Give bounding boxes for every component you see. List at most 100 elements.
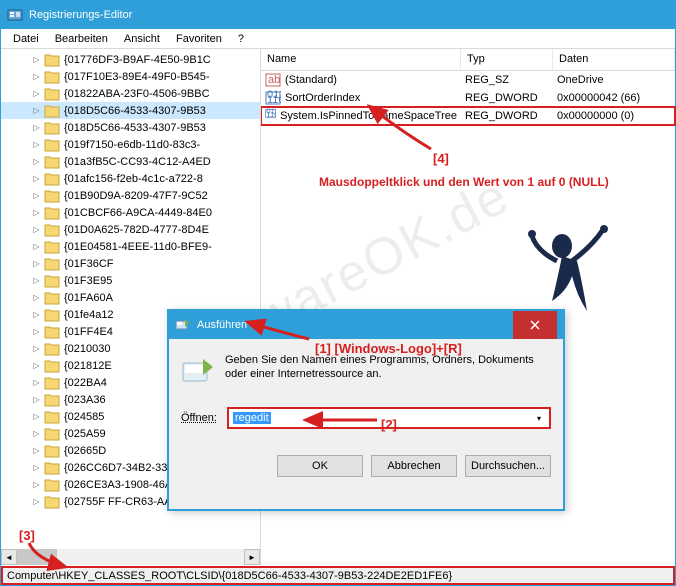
expand-icon[interactable]: ▷: [31, 258, 42, 269]
list-row[interactable]: 011110SortOrderIndexREG_DWORD0x00000042 …: [261, 89, 675, 107]
tree-item[interactable]: ▷{018D5C66-4533-4307-9B53: [1, 102, 260, 119]
expand-icon[interactable]: ▷: [31, 411, 42, 422]
folder-icon: [44, 240, 60, 254]
tree-item[interactable]: ▷ {01FA60A: [1, 289, 260, 306]
expand-icon[interactable]: ▷: [31, 377, 42, 388]
tree-item-label: {022BA4: [64, 377, 107, 389]
menu-edit[interactable]: Bearbeiten: [47, 31, 116, 47]
expand-icon[interactable]: ▷: [31, 360, 42, 371]
folder-icon: [44, 342, 60, 356]
scroll-left-button[interactable]: ◄: [1, 549, 17, 565]
menubar: Datei Bearbeiten Ansicht Favoriten ?: [1, 29, 675, 49]
expand-icon[interactable]: ▷: [31, 173, 42, 184]
col-data[interactable]: Daten: [553, 49, 675, 70]
expand-icon[interactable]: ▷: [31, 496, 42, 507]
tree-item[interactable]: ▷ {01F36CF: [1, 255, 260, 272]
folder-icon: [44, 223, 60, 237]
tree-item[interactable]: ▷{019f7150-e6db-11d0-83c3-: [1, 136, 260, 153]
menu-help[interactable]: ?: [230, 31, 252, 47]
run-cancel-button[interactable]: Abbrechen: [371, 455, 457, 477]
tree-item[interactable]: ▷{01CBCF66-A9CA-4449-84E0: [1, 204, 260, 221]
expand-icon[interactable]: ▷: [31, 462, 42, 473]
list-row[interactable]: 011110System.IsPinnedToNameSpaceTreeREG_…: [261, 107, 675, 125]
folder-icon: [44, 376, 60, 390]
folder-icon: [44, 393, 60, 407]
expand-icon[interactable]: ▷: [31, 207, 42, 218]
tree-item[interactable]: ▷{01822ABA-23F0-4506-9BBC: [1, 85, 260, 102]
expand-icon[interactable]: ▷: [31, 445, 42, 456]
tree-item[interactable]: ▷ {01a3fB5C-CC93-4C12-A4ED: [1, 153, 260, 170]
tree-item-label: {024585: [64, 411, 104, 423]
expand-icon[interactable]: ▷: [31, 394, 42, 405]
folder-icon: [44, 325, 60, 339]
expand-icon[interactable]: ▷: [31, 139, 42, 150]
tree-item-label: {01FF4E4: [64, 326, 113, 338]
run-browse-button[interactable]: Durchsuchen...: [465, 455, 551, 477]
tree-item-label: {0210030: [64, 343, 111, 355]
svg-text:110: 110: [267, 94, 281, 106]
tree-item-label: {01FA60A: [64, 292, 113, 304]
folder-icon: [44, 444, 60, 458]
run-dialog: Ausführen Geben Sie den Namen eines Prog…: [167, 309, 565, 511]
expand-icon[interactable]: ▷: [31, 71, 42, 82]
expand-icon[interactable]: ▷: [31, 428, 42, 439]
tree-item[interactable]: ▷{01afc156-f2eb-4c1c-a722-8: [1, 170, 260, 187]
tree-item-label: {017F10E3-89E4-49F0-B545-: [64, 71, 210, 83]
chevron-down-icon[interactable]: ▾: [531, 411, 547, 425]
dword-value-icon: 011110: [265, 108, 276, 124]
menu-favorites[interactable]: Favoriten: [168, 31, 230, 47]
list-row[interactable]: ab(Standard)REG_SZOneDrive: [261, 71, 675, 89]
tree-item-label: {01a3fB5C-CC93-4C12-A4ED: [64, 156, 211, 168]
tree-horizontal-scrollbar[interactable]: ◄ ►: [1, 549, 260, 565]
status-path: Computer\HKEY_CLASSES_ROOT\CLSID\{018D5C…: [7, 570, 452, 582]
expand-icon[interactable]: ▷: [31, 343, 42, 354]
expand-icon[interactable]: ▷: [31, 224, 42, 235]
tree-item[interactable]: ▷ {017F10E3-89E4-49F0-B545-: [1, 68, 260, 85]
expand-icon[interactable]: ▷: [31, 241, 42, 252]
value-data: 0x00000042 (66): [553, 92, 675, 104]
tree-item-label: {021812E: [64, 360, 112, 372]
tree-item-label: {018D5C66-4533-4307-9B53: [64, 122, 206, 134]
folder-icon: [44, 155, 60, 169]
col-type[interactable]: Typ: [461, 49, 553, 70]
run-titlebar: Ausführen: [169, 311, 563, 339]
tree-item[interactable]: ▷{01E04581-4EEE-11d0-BFE9-: [1, 238, 260, 255]
menu-view[interactable]: Ansicht: [116, 31, 168, 47]
tree-item-label: {01F36CF: [64, 258, 114, 270]
expand-icon[interactable]: ▷: [31, 105, 42, 116]
expand-icon[interactable]: ▷: [31, 479, 42, 490]
expand-icon[interactable]: ▷: [31, 156, 42, 167]
value-type: REG_DWORD: [461, 92, 553, 104]
value-name: SortOrderIndex: [285, 92, 360, 104]
folder-icon: [44, 206, 60, 220]
window-titlebar: Registrierungs-Editor: [1, 1, 675, 29]
expand-icon[interactable]: ▷: [31, 275, 42, 286]
tree-item[interactable]: ▷{01F3E95: [1, 272, 260, 289]
tree-item-label: {025A59: [64, 428, 106, 440]
run-ok-button[interactable]: OK: [277, 455, 363, 477]
scroll-right-button[interactable]: ►: [244, 549, 260, 565]
tree-item[interactable]: ▷{01B90D9A-8209-47F7-9C52: [1, 187, 260, 204]
expand-icon[interactable]: ▷: [31, 88, 42, 99]
folder-icon: [44, 410, 60, 424]
folder-icon: [44, 257, 60, 271]
run-open-combobox[interactable]: regedit ▾: [227, 407, 551, 429]
expand-icon[interactable]: ▷: [31, 122, 42, 133]
col-name[interactable]: Name: [261, 49, 461, 70]
run-icon: [175, 317, 191, 333]
expand-icon[interactable]: ▷: [31, 292, 42, 303]
string-value-icon: ab: [265, 72, 281, 88]
expand-icon[interactable]: ▷: [31, 309, 42, 320]
expand-icon[interactable]: ▷: [31, 190, 42, 201]
tree-item[interactable]: ▷{01776DF3-B9AF-4E50-9B1C: [1, 51, 260, 68]
expand-icon[interactable]: ▷: [31, 326, 42, 337]
tree-item[interactable]: ▷{01D0A625-782D-4777-8D4E: [1, 221, 260, 238]
svg-text:ab: ab: [268, 74, 280, 86]
menu-file[interactable]: Datei: [5, 31, 47, 47]
run-big-icon: [181, 355, 215, 389]
tree-item-label: {02665D: [64, 445, 106, 457]
tree-item[interactable]: ▷ {018D5C66-4533-4307-9B53: [1, 119, 260, 136]
expand-icon[interactable]: ▷: [31, 54, 42, 65]
run-close-button[interactable]: [513, 311, 557, 339]
scroll-thumb[interactable]: [17, 549, 57, 565]
